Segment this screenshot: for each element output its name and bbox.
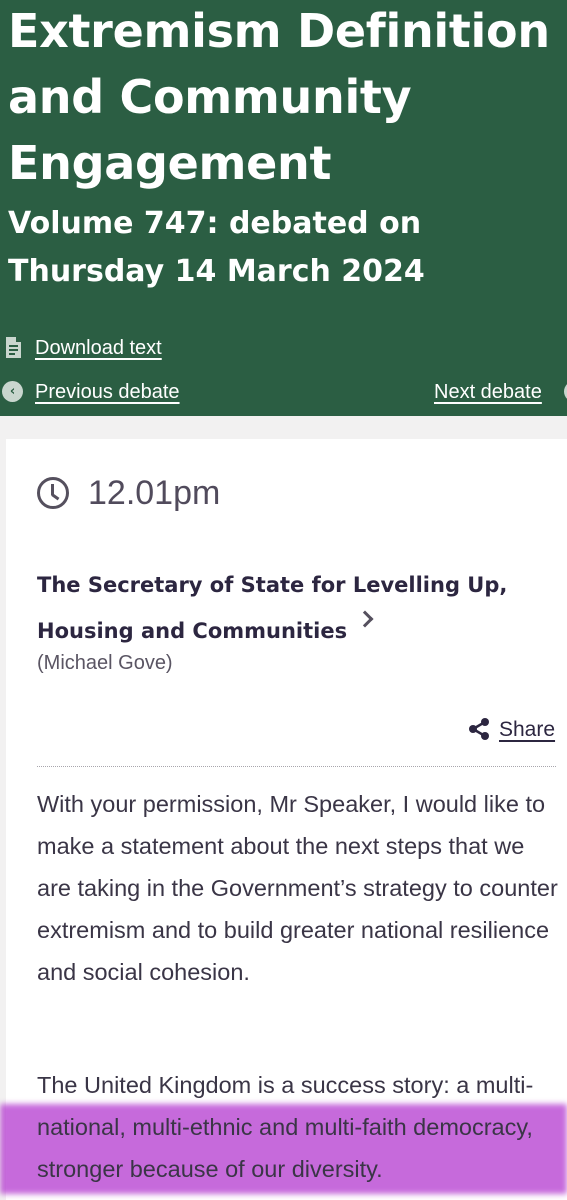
share-icon[interactable] [466,716,492,742]
speaker-link[interactable]: The Secretary of State for Levelling Up,… [37,562,537,654]
paragraph-2: The United Kingdom is a success story: a… [37,1072,534,1182]
clock-icon [37,477,69,509]
share-link[interactable]: Share [499,718,555,742]
chevron-left-circle-icon[interactable]: ‹ [2,381,23,402]
contribution-time: 12.01pm [88,474,221,512]
member-name: (Michael Gove) [37,652,173,674]
debate-subtitle: Volume 747: debated on Thursday 14 March… [8,206,425,289]
debate-title: Extremism Definition and Community Engag… [8,4,550,190]
debate-header: Extremism Definition and Community Engag… [0,0,567,416]
document-icon [6,337,21,358]
divider [37,766,556,767]
previous-debate-link[interactable]: Previous debate [35,381,180,404]
paragraph-1: With your permission, Mr Speaker, I woul… [37,791,558,985]
download-text-link[interactable]: Download text [35,337,162,360]
next-debate-link[interactable]: Next debate [434,381,542,404]
